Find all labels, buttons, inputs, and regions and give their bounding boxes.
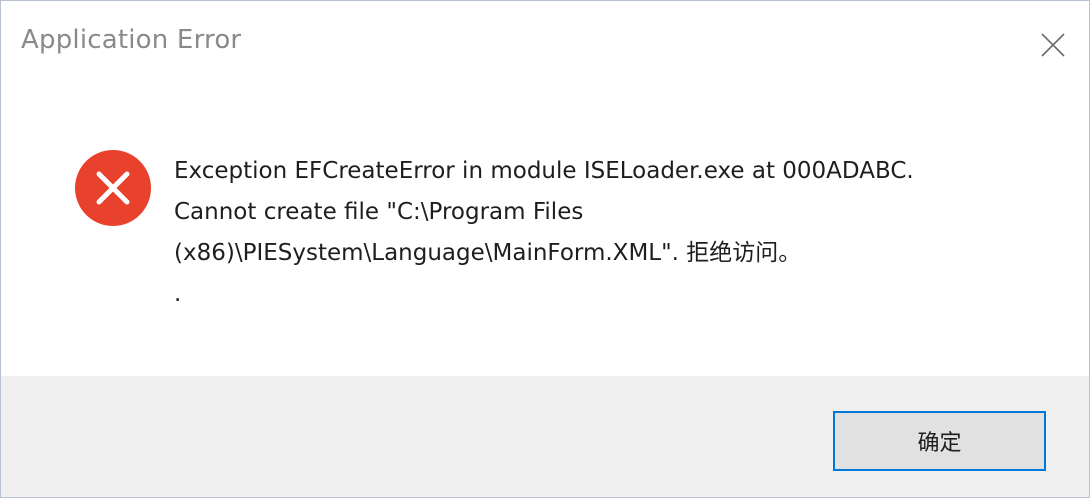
title-bar[interactable]: Application Error — [1, 1, 1089, 87]
close-icon — [1041, 33, 1065, 57]
button-bar: 确定 — [1, 376, 1089, 497]
ok-button-label: 确定 — [917, 431, 962, 456]
error-message-line: (x86)\PIESystem\Language\MainForm.XML". … — [174, 240, 802, 266]
error-message-line: . — [174, 281, 182, 307]
ok-button[interactable]: 确定 — [833, 411, 1046, 471]
dialog-content: Exception EFCreateError in module ISELoa… — [1, 87, 1089, 376]
application-error-dialog: Application Error Exception EFCreateErro… — [0, 0, 1090, 498]
error-message: Exception EFCreateError in module ISELoa… — [174, 151, 1054, 315]
error-message-line: Cannot create file "C:\Program Files — [174, 199, 584, 225]
window-title: Application Error — [21, 25, 242, 55]
error-icon — [74, 149, 152, 227]
error-message-line: Exception EFCreateError in module ISELoa… — [174, 158, 914, 184]
close-button[interactable] — [1025, 19, 1081, 71]
